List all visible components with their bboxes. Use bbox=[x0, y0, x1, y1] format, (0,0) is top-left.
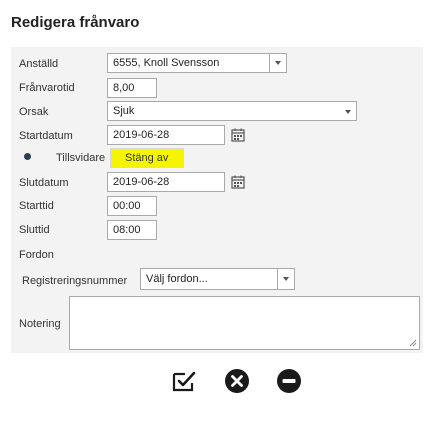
calendar-icon[interactable] bbox=[231, 128, 245, 142]
start-date-label: Startdatum bbox=[19, 130, 73, 142]
bullet-icon bbox=[24, 153, 31, 160]
start-time-input[interactable]: 00:00 bbox=[107, 196, 157, 216]
start-time-label: Starttid bbox=[19, 200, 54, 212]
toggle-label: Stäng av bbox=[125, 152, 169, 164]
start-date-input[interactable]: 2019-06-28 bbox=[107, 125, 225, 145]
resize-grip-icon[interactable] bbox=[409, 339, 417, 347]
dialog-title: Redigera frånvaro bbox=[11, 14, 140, 31]
chevron-down-icon bbox=[275, 61, 281, 65]
close-circle-icon bbox=[225, 369, 249, 393]
employee-dropdown-button[interactable] bbox=[269, 53, 287, 73]
end-date-input[interactable]: 2019-06-28 bbox=[107, 172, 225, 192]
until-further-toggle[interactable]: Stäng av bbox=[110, 148, 184, 168]
remove-button[interactable] bbox=[276, 368, 302, 394]
employee-select[interactable]: 6555, Knoll Svensson bbox=[107, 53, 287, 73]
minus-circle-icon bbox=[277, 369, 301, 393]
cancel-button[interactable] bbox=[224, 368, 250, 394]
chevron-down-icon bbox=[283, 277, 289, 281]
until-further-label: Tillsvidare bbox=[56, 152, 106, 164]
registration-value: Välj fordon... bbox=[146, 273, 208, 285]
end-time-label: Sluttid bbox=[19, 224, 50, 236]
note-label: Notering bbox=[19, 318, 61, 330]
save-button[interactable] bbox=[171, 368, 197, 394]
reason-select[interactable]: Sjuk bbox=[107, 101, 357, 121]
calendar-icon[interactable] bbox=[231, 175, 245, 189]
vehicle-section-label: Fordon bbox=[19, 249, 54, 261]
registration-dropdown-button[interactable] bbox=[277, 268, 295, 290]
chevron-down-icon bbox=[345, 110, 351, 114]
end-date-label: Slutdatum bbox=[19, 177, 69, 189]
reason-label: Orsak bbox=[19, 106, 49, 118]
employee-value: 6555, Knoll Svensson bbox=[113, 57, 220, 69]
note-textarea[interactable] bbox=[69, 296, 420, 350]
absence-time-input[interactable]: 8,00 bbox=[107, 78, 157, 98]
employee-label: Anställd bbox=[19, 58, 59, 70]
registration-label: Registreringsnummer bbox=[22, 275, 128, 287]
end-time-input[interactable]: 08:00 bbox=[107, 220, 157, 240]
registration-select[interactable]: Välj fordon... bbox=[140, 268, 295, 290]
reason-value: Sjuk bbox=[113, 105, 135, 117]
absence-time-label: Frånvarotid bbox=[19, 82, 75, 94]
edit-check-icon bbox=[172, 371, 196, 392]
